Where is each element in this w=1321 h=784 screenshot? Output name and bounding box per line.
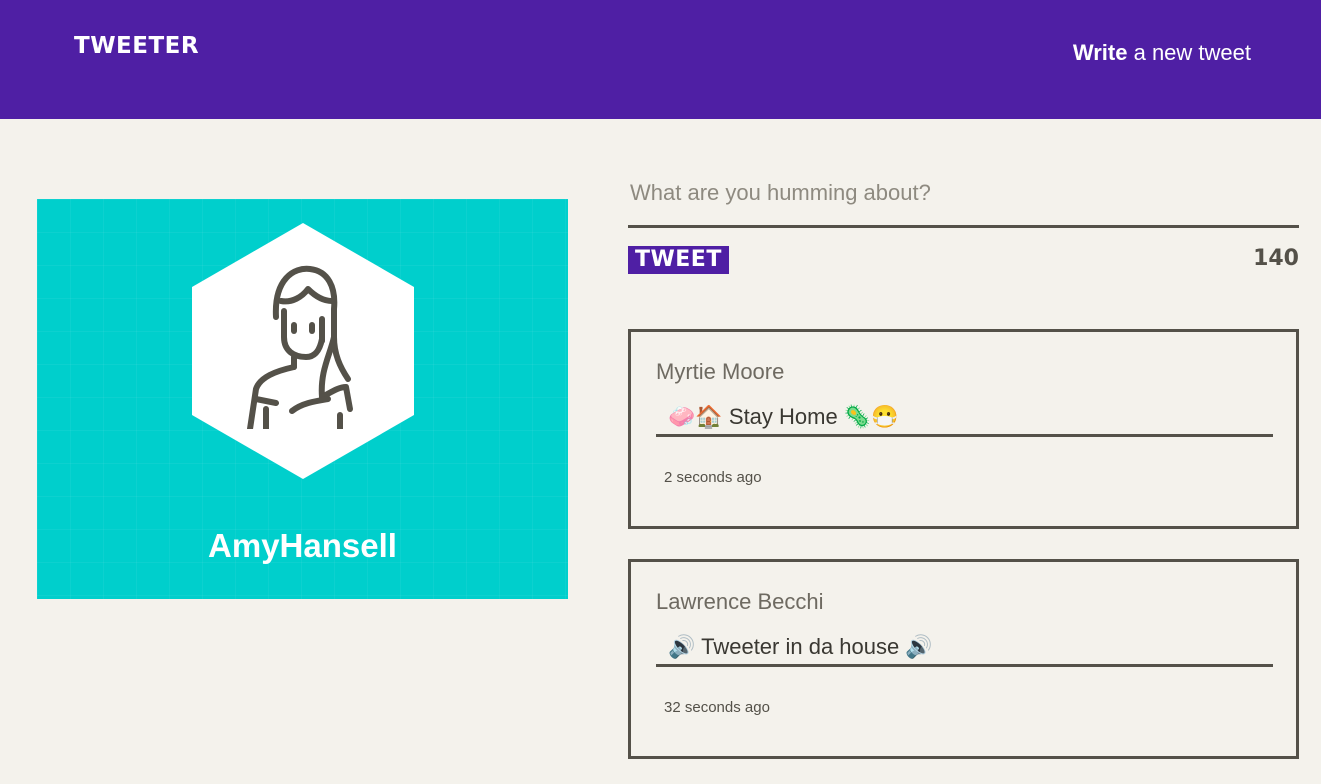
tweet-submit-button[interactable]: TWEET — [628, 246, 729, 274]
tweet-author: Lawrence Becchi — [656, 589, 824, 614]
write-new-tweet-link[interactable]: Write a new tweet — [1073, 40, 1251, 66]
tweet-card: Lawrence Becchi 🔊 Tweeter in da house 🔊 … — [628, 559, 1299, 759]
write-link-rest: a new tweet — [1127, 40, 1251, 65]
top-nav: TWEETER Write a new tweet — [0, 0, 1321, 119]
compose-tweet-input[interactable] — [628, 160, 1299, 228]
tweet-author: Myrtie Moore — [656, 359, 785, 384]
profile-username: AmyHansell — [208, 527, 397, 564]
tweet-card: Myrtie Moore 🧼🏠 Stay Home 🦠😷 2 seconds a… — [628, 329, 1299, 529]
tweet-timestamp: 32 seconds ago — [664, 699, 770, 716]
profile-card: AmyHansell — [37, 199, 568, 599]
woman-avatar-icon — [247, 265, 353, 429]
avatar-hexagon — [192, 223, 414, 479]
tweet-composer: TWEET 140 — [628, 160, 1299, 274]
tweet-text: 🧼🏠 Stay Home 🦠😷 — [656, 404, 1273, 437]
write-link-bold: Write — [1072, 40, 1128, 65]
tweet-timestamp: 2 seconds ago — [664, 469, 762, 486]
brand-logo[interactable]: TWEETER — [74, 33, 199, 59]
character-counter: 140 — [1253, 246, 1299, 271]
tweet-text: 🔊 Tweeter in da house 🔊 — [656, 634, 1273, 667]
